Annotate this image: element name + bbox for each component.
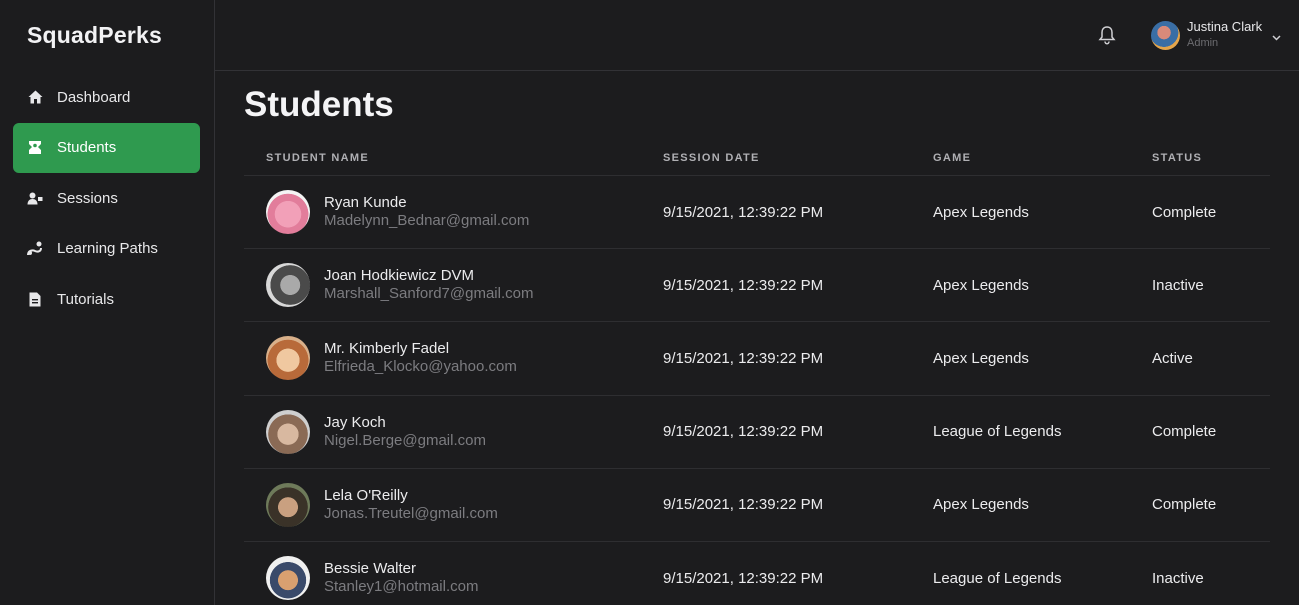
table-row[interactable]: Mr. Kimberly Fadel Elfrieda_Klocko@yahoo… [244, 322, 1270, 396]
avatar [266, 556, 310, 601]
sidebar-item-label: Students [57, 139, 117, 157]
sidebar-item-students[interactable]: Students [13, 122, 200, 173]
bell-icon[interactable] [1098, 25, 1116, 45]
student-cell: Jay Koch Nigel.Berge@gmail.com [244, 409, 663, 454]
sidebar-nav: Dashboard Students Sessions Learning Pat… [13, 72, 200, 325]
table-header: STUDENT NAME SESSION DATE GAME STATUS [244, 140, 1270, 176]
session-date: 9/15/2021, 12:39:22 PM [663, 203, 824, 221]
student-cell: Ryan Kunde Madelynn_Bednar@gmail.com [244, 190, 663, 235]
game: League of Legends [933, 423, 1062, 441]
avatar [266, 482, 310, 527]
student-email: Stanley1@hotmail.com [324, 578, 479, 596]
sidebar-item-dashboard[interactable]: Dashboard [13, 72, 200, 122]
status: Inactive [1152, 569, 1204, 587]
student-cell: Joan Hodkiewicz DVM Marshall_Sanford7@gm… [244, 263, 663, 308]
student-name-block: Jay Koch Nigel.Berge@gmail.com [324, 414, 486, 450]
student-name: Ryan Kunde [324, 194, 407, 212]
student-name-block: Bessie Walter Stanley1@hotmail.com [324, 560, 478, 596]
session-date: 9/15/2021, 12:39:22 PM [663, 496, 824, 514]
student-name: Mr. Kimberly Fadel [324, 340, 450, 358]
status: Inactive [1152, 276, 1204, 294]
session-date: 9/15/2021, 12:39:22 PM [663, 423, 824, 441]
student-name-block: Mr. Kimberly Fadel Elfrieda_Klocko@yahoo… [324, 340, 517, 376]
session-date: 9/15/2021, 12:39:22 PM [663, 349, 824, 367]
avatar [266, 263, 310, 308]
table-row[interactable]: Ryan Kunde Madelynn_Bednar@gmail.com 9/1… [244, 176, 1270, 250]
avatar [1151, 20, 1180, 50]
status: Complete [1152, 423, 1217, 441]
student-email: Elfrieda_Klocko@yahoo.com [324, 358, 517, 376]
student-email: Madelynn_Bednar@gmail.com [324, 212, 530, 230]
students-table: STUDENT NAME SESSION DATE GAME STATUS Ry… [244, 140, 1270, 605]
path-icon [27, 241, 43, 257]
game: League of Legends [933, 569, 1062, 587]
student-name-block: Ryan Kunde Madelynn_Bednar@gmail.com [324, 194, 529, 230]
avatar [266, 336, 310, 381]
sidebar: SquadPerks Dashboard Students Sessions L… [0, 0, 215, 605]
user-info: Justina Clark Admin [1187, 18, 1262, 52]
student-name: Joan Hodkiewicz DVM [324, 267, 475, 285]
sidebar-item-tutorials[interactable]: Tutorials [13, 274, 200, 324]
sidebar-item-sessions[interactable]: Sessions [13, 173, 200, 223]
status: Complete [1152, 203, 1217, 221]
user-menu[interactable]: Justina Clark Admin [1151, 18, 1262, 52]
student-name-block: Joan Hodkiewicz DVM Marshall_Sanford7@gm… [324, 267, 533, 303]
status: Active [1152, 349, 1193, 367]
game: Apex Legends [933, 349, 1029, 367]
users-icon [27, 190, 43, 206]
student-email: Nigel.Berge@gmail.com [324, 431, 486, 449]
sidebar-item-label: Tutorials [57, 290, 114, 308]
session-date: 9/15/2021, 12:39:22 PM [663, 276, 824, 294]
sidebar-item-label: Learning Paths [57, 240, 158, 258]
student-email: Jonas.Treutel@gmail.com [324, 504, 498, 522]
session-date: 9/15/2021, 12:39:22 PM [663, 569, 824, 587]
student-name-block: Lela O'Reilly Jonas.Treutel@gmail.com [324, 487, 498, 523]
user-name: Justina Clark [1187, 19, 1263, 34]
game: Apex Legends [933, 203, 1029, 221]
game: Apex Legends [933, 276, 1029, 294]
sidebar-item-label: Dashboard [57, 88, 131, 106]
student-email: Marshall_Sanford7@gmail.com [324, 285, 534, 303]
table-row[interactable]: Lela O'Reilly Jonas.Treutel@gmail.com 9/… [244, 469, 1270, 542]
table-row[interactable]: Bessie Walter Stanley1@hotmail.com 9/15/… [244, 542, 1270, 605]
app-root: SquadPerks Dashboard Students Sessions L… [0, 0, 1299, 605]
avatar [266, 409, 310, 454]
student-cell: Bessie Walter Stanley1@hotmail.com [244, 556, 663, 601]
column-header-student-name[interactable]: STUDENT NAME [244, 152, 663, 164]
student-name: Bessie Walter [324, 560, 416, 578]
status: Complete [1152, 496, 1217, 514]
avatar [266, 190, 310, 235]
table-row[interactable]: Jay Koch Nigel.Berge@gmail.com 9/15/2021… [244, 396, 1270, 469]
page-title: Students [244, 85, 394, 124]
document-icon [27, 291, 43, 307]
user-role: Admin [1187, 37, 1219, 49]
topbar: Justina Clark Admin [215, 0, 1299, 71]
column-header-session-date[interactable]: SESSION DATE [663, 152, 933, 164]
student-icon [27, 140, 43, 156]
student-cell: Lela O'Reilly Jonas.Treutel@gmail.com [244, 482, 663, 527]
table-row[interactable]: Joan Hodkiewicz DVM Marshall_Sanford7@gm… [244, 249, 1270, 323]
chevron-down-icon[interactable] [1271, 30, 1282, 41]
sidebar-item-label: Sessions [57, 189, 118, 207]
column-header-game[interactable]: GAME [933, 152, 1152, 164]
game: Apex Legends [933, 496, 1029, 514]
sidebar-item-learning-paths[interactable]: Learning Paths [13, 224, 200, 274]
brand-logo[interactable]: SquadPerks [27, 22, 162, 49]
student-name: Jay Koch [324, 413, 386, 431]
student-name: Lela O'Reilly [324, 486, 408, 504]
column-header-status[interactable]: STATUS [1152, 152, 1270, 164]
student-cell: Mr. Kimberly Fadel Elfrieda_Klocko@yahoo… [244, 336, 663, 381]
home-icon [27, 89, 43, 105]
